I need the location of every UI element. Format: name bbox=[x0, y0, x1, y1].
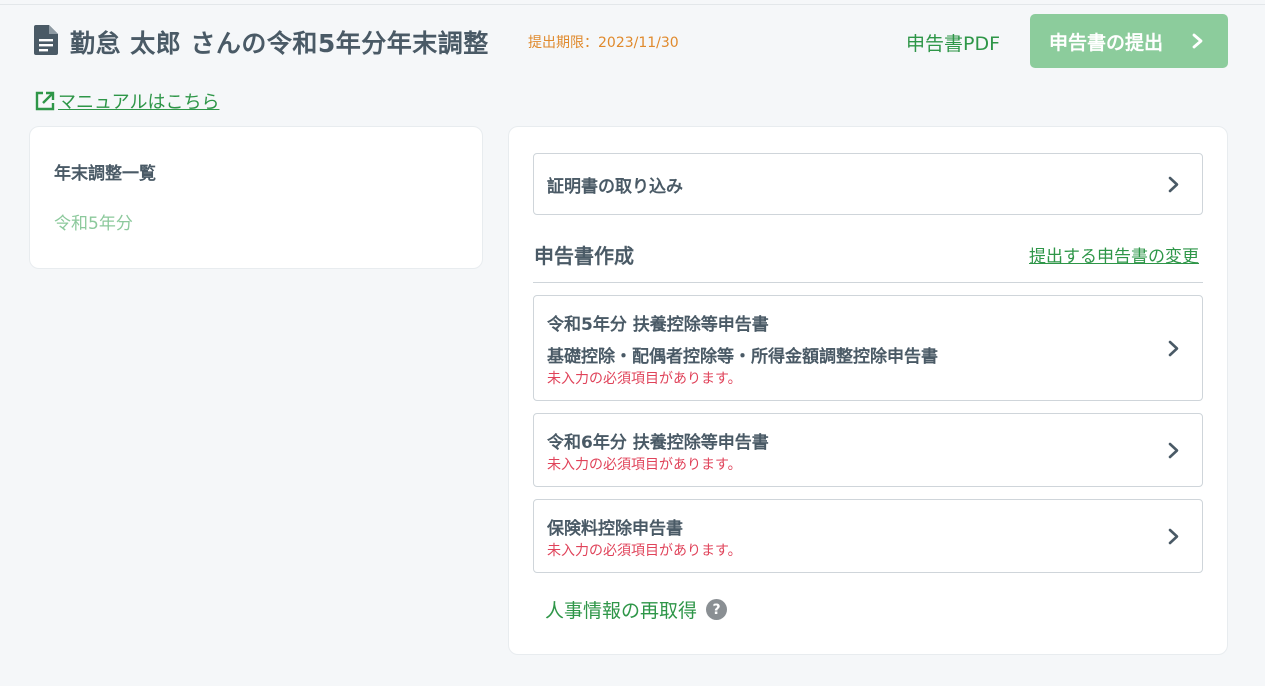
import-certificates-row[interactable]: 証明書の取り込み bbox=[533, 153, 1203, 215]
import-certificates-label: 証明書の取り込み bbox=[547, 177, 683, 197]
deadline-text: 提出期限：2023/11/30 bbox=[528, 35, 679, 51]
submit-button-label: 申告書の提出 bbox=[1049, 31, 1164, 54]
change-forms-link[interactable]: 提出する申告書の変更 bbox=[1029, 242, 1199, 267]
form-row-insurance[interactable]: 保険料控除申告書 未入力の必須項目があります。 bbox=[533, 499, 1203, 573]
form-row-r6-dependents[interactable]: 令和6年分 扶養控除等申告書 未入力の必須項目があります。 bbox=[533, 413, 1203, 487]
form-subtitle: 基礎控除・配偶者控除等・所得金額調整控除申告書 bbox=[547, 347, 938, 367]
pdf-link[interactable]: 申告書PDF bbox=[906, 29, 1000, 56]
form-title: 保険料控除申告書 bbox=[547, 519, 683, 539]
manual-link-label: マニュアルはこちら bbox=[58, 92, 220, 113]
section-divider bbox=[533, 282, 1203, 283]
refetch-label: 人事情報の再取得 bbox=[545, 600, 698, 622]
form-title: 令和5年分 扶養控除等申告書 bbox=[547, 315, 769, 335]
page-title: 勤怠 太郎 さんの令和5年分年末調整 bbox=[70, 29, 489, 58]
chevron-right-icon bbox=[1168, 176, 1179, 193]
form-row-r5-dependents[interactable]: 令和5年分 扶養控除等申告書 基礎控除・配偶者控除等・所得金額調整控除申告書 未… bbox=[533, 295, 1203, 401]
form-warning: 未入力の必須項目があります。 bbox=[547, 457, 742, 473]
question-icon[interactable]: ? bbox=[706, 599, 728, 620]
external-link-icon bbox=[35, 91, 55, 111]
form-title: 令和6年分 扶養控除等申告書 bbox=[547, 433, 769, 453]
forms-panel: 証明書の取り込み 申告書作成 提出する申告書の変更 令和5年分 扶養控除等申告書… bbox=[508, 126, 1228, 655]
chevron-right-icon bbox=[1168, 340, 1179, 357]
sidebar-item-r5[interactable]: 令和5年分 bbox=[54, 209, 133, 234]
top-border bbox=[0, 4, 1265, 5]
form-warning: 未入力の必須項目があります。 bbox=[547, 371, 742, 387]
document-icon bbox=[34, 25, 58, 55]
chevron-right-icon bbox=[1168, 528, 1179, 545]
year-list-panel: 年末調整一覧 令和5年分 bbox=[29, 126, 483, 269]
manual-link[interactable]: マニュアルはこちら bbox=[34, 88, 219, 114]
refetch-hr-info-link[interactable]: 人事情報の再取得 ? bbox=[545, 596, 728, 623]
year-list-heading: 年末調整一覧 bbox=[54, 164, 156, 184]
section-title: 申告書作成 bbox=[534, 244, 634, 268]
chevron-right-icon bbox=[1168, 442, 1179, 459]
submit-button[interactable]: 申告書の提出 bbox=[1030, 14, 1228, 68]
form-warning: 未入力の必須項目があります。 bbox=[547, 543, 742, 559]
chevron-right-icon bbox=[1192, 33, 1203, 49]
